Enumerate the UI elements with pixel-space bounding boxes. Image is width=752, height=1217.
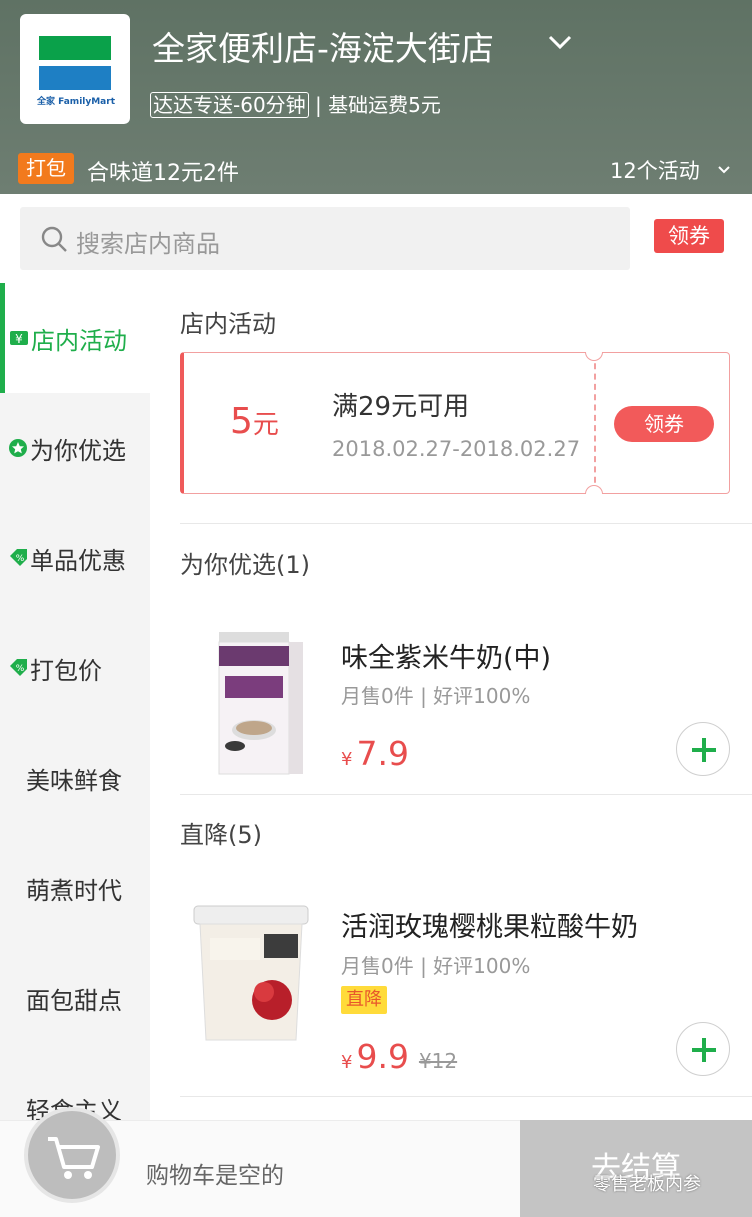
sidebar-item-fresh-food[interactable]: 美味鲜食: [0, 723, 150, 833]
sidebar-item-label: 面包甜点: [26, 986, 122, 1015]
product-image[interactable]: [205, 630, 313, 778]
delivery-info: 达达专送-60分钟 | 基础运费5元: [150, 89, 441, 118]
divider: [180, 794, 752, 795]
search-input[interactable]: 搜索店内商品: [20, 207, 630, 270]
svg-text:¥: ¥: [15, 332, 23, 346]
section-title-store-activity: 店内活动: [180, 310, 276, 338]
product-image[interactable]: [192, 904, 310, 1044]
search-placeholder: 搜索店内商品: [76, 230, 220, 258]
product-name[interactable]: 味全紫米牛奶(中): [341, 636, 551, 675]
svg-text:%: %: [16, 664, 25, 674]
product-meta: 月售0件 | 好评100%: [341, 954, 531, 978]
sidebar-item-label: 打包价: [30, 656, 102, 685]
discount-tag-icon: %: [10, 659, 27, 676]
store-header: 全家 FamilyMart 全家便利店-海淀大街店 达达专送-60分钟 | 基础…: [0, 0, 752, 194]
sidebar-item-store-activity[interactable]: ¥ 店内活动: [0, 283, 150, 393]
base-fee: 基础运费5元: [328, 93, 441, 117]
coupon-notch: [585, 352, 603, 361]
section-title-price-drop: 直降(5): [180, 821, 262, 849]
separator: |: [315, 93, 322, 117]
coupon-notch: [585, 485, 603, 494]
star-badge-icon: [9, 439, 27, 457]
product-name[interactable]: 活润玫瑰樱桃果粒酸牛奶: [341, 905, 638, 944]
product-meta: 月售0件 | 好评100%: [341, 684, 531, 708]
sidebar-item-label: 美味鲜食: [26, 766, 122, 795]
cart-empty-text: 购物车是空的: [146, 1163, 284, 1189]
activity-count[interactable]: 12个活动: [610, 155, 700, 185]
plus-icon: [692, 738, 716, 762]
promo-text: 合味道12元2件: [87, 161, 239, 186]
product-price: ¥7.9: [341, 734, 409, 773]
chevron-down-icon[interactable]: [717, 163, 731, 177]
claim-coupon-button[interactable]: 领券: [614, 406, 714, 442]
search-icon: [41, 226, 67, 252]
cart-button[interactable]: [24, 1107, 120, 1203]
add-to-cart-button[interactable]: [676, 722, 730, 776]
sidebar-item-for-you[interactable]: 为你优选: [0, 393, 150, 503]
category-sidebar: ¥ 店内活动 为你优选 % 单品优惠 % 打包价 美味鲜食 萌煮时代 面包甜点 …: [0, 283, 150, 1125]
coupon-amount: 5元: [230, 401, 279, 442]
sidebar-item-bakery[interactable]: 面包甜点: [0, 943, 150, 1053]
coupon-condition: 满29元可用: [332, 392, 470, 422]
coupon-card: 5元 满29元可用 2018.02.27-2018.02.27 领券: [180, 352, 730, 494]
section-title-for-you: 为你优选(1): [180, 551, 310, 579]
coupon-divider: [594, 353, 596, 493]
product-price: ¥9.9 ¥12: [341, 1037, 458, 1076]
coupon-button[interactable]: 领券: [654, 219, 724, 253]
original-price: ¥12: [418, 1049, 458, 1073]
sidebar-item-label: 萌煮时代: [26, 876, 122, 905]
cart-icon: [48, 1137, 100, 1179]
watermark: 零售老板内参: [593, 1174, 701, 1195]
coupon-date: 2018.02.27-2018.02.27: [332, 437, 581, 461]
add-to-cart-button[interactable]: [676, 1022, 730, 1076]
promo-badge: 打包: [18, 153, 74, 184]
divider: [180, 1096, 752, 1097]
divider: [180, 523, 752, 524]
chevron-down-icon[interactable]: [546, 28, 574, 56]
sidebar-item-label: 单品优惠: [30, 546, 126, 575]
yen-icon: ¥: [10, 331, 28, 346]
sidebar-item-label: 店内活动: [31, 326, 127, 355]
discount-tag-icon: %: [10, 549, 27, 566]
sidebar-item-label: 为你优选: [30, 436, 126, 465]
plus-icon: [692, 1038, 716, 1062]
checkout-button[interactable]: 去结算: [520, 1120, 752, 1217]
sidebar-item-single-discount[interactable]: % 单品优惠: [0, 503, 150, 613]
logo-text: 全家 FamilyMart: [36, 97, 115, 107]
svg-text:%: %: [16, 554, 25, 564]
price-drop-badge: 直降: [341, 986, 387, 1014]
sidebar-item-bundle-price[interactable]: % 打包价: [0, 613, 150, 723]
store-name[interactable]: 全家便利店-海淀大街店: [152, 22, 494, 70]
store-logo: 全家 FamilyMart: [20, 14, 130, 124]
delivery-tag: 达达专送-60分钟: [150, 92, 309, 118]
sidebar-item-oden[interactable]: 萌煮时代: [0, 833, 150, 943]
